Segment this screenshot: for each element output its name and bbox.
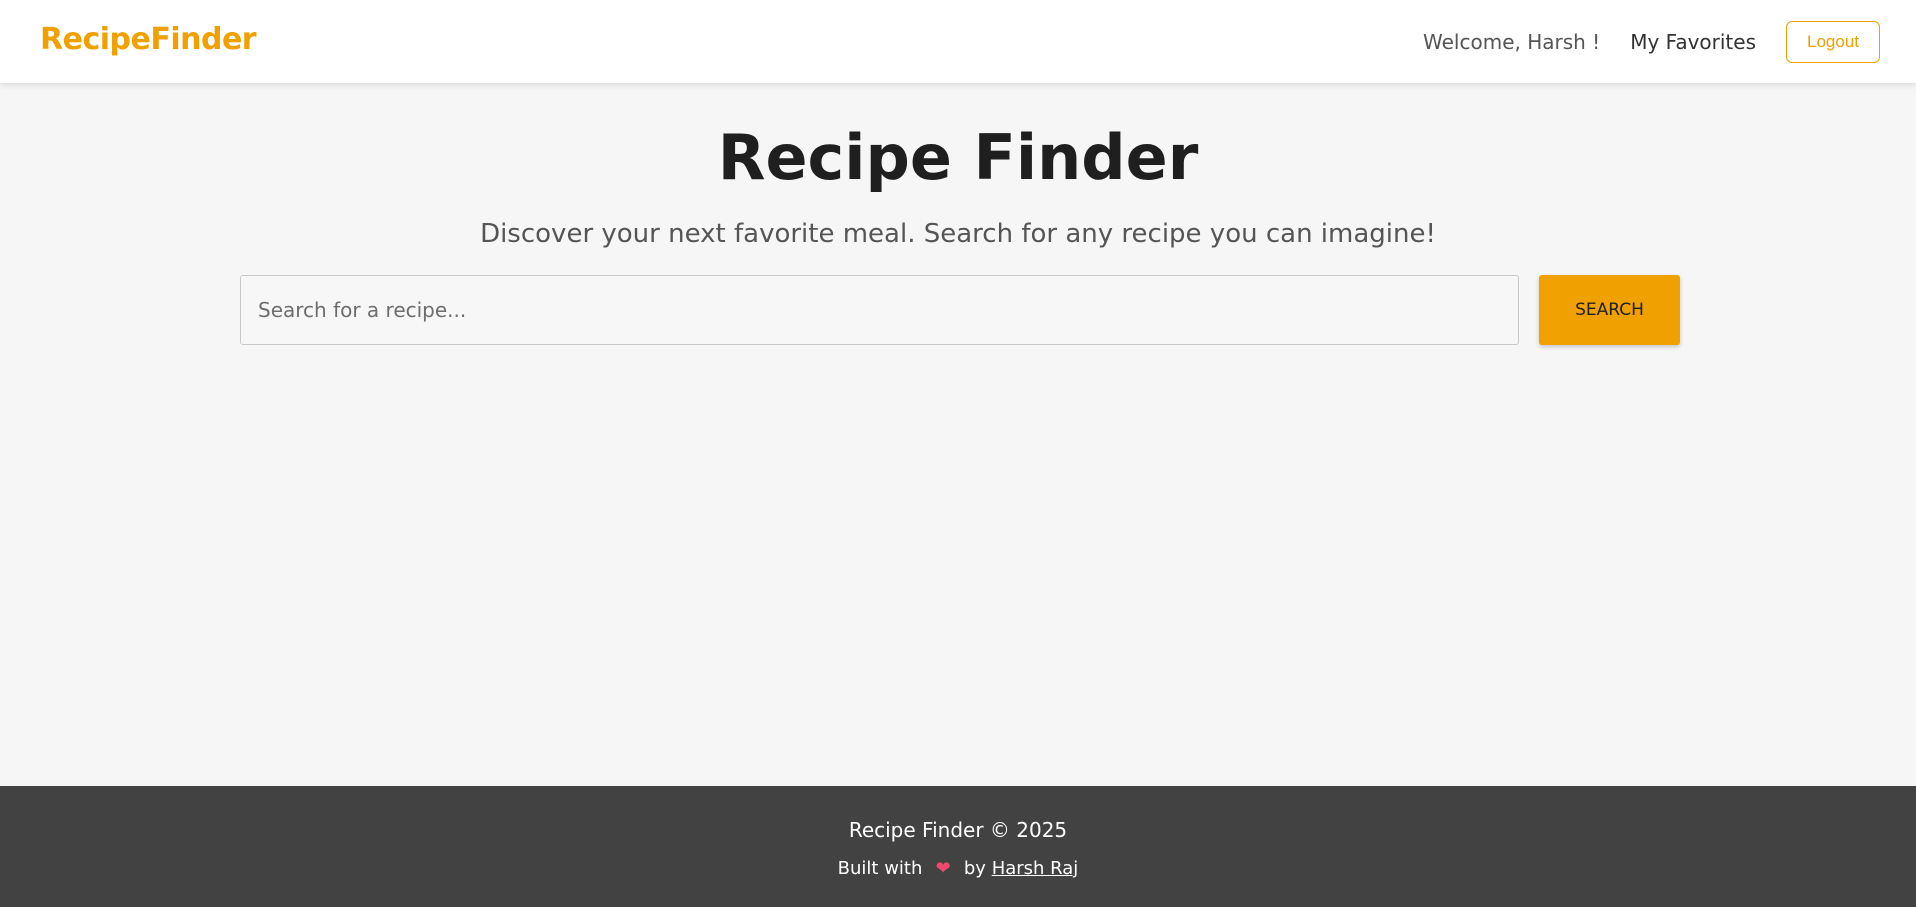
heart-icon: ❤ (935, 858, 951, 879)
navbar: RecipeFinder Welcome, Harsh ! My Favorit… (0, 0, 1916, 83)
nav-right: Welcome, Harsh ! My Favorites Logout (1423, 21, 1880, 63)
brand-logo[interactable]: RecipeFinder (40, 22, 257, 57)
logout-button[interactable]: Logout (1786, 21, 1880, 63)
search-button[interactable]: SEARCH (1539, 275, 1680, 345)
footer-credit: Built with ❤ by Harsh Raj (0, 858, 1916, 879)
built-with-text: Built with (837, 858, 923, 879)
my-favorites-link[interactable]: My Favorites (1630, 30, 1756, 54)
author-link[interactable]: Harsh Raj (992, 858, 1079, 879)
footer: Recipe Finder © 2025 Built with ❤ by Har… (0, 786, 1916, 907)
page-subtitle: Discover your next favorite meal. Search… (480, 219, 1436, 249)
search-input[interactable] (240, 275, 1519, 345)
footer-copyright: Recipe Finder © 2025 (848, 818, 1068, 842)
built-by-text: by (963, 858, 986, 879)
page-title: Recipe Finder (717, 121, 1199, 194)
welcome-text: Welcome, Harsh ! (1423, 30, 1601, 54)
